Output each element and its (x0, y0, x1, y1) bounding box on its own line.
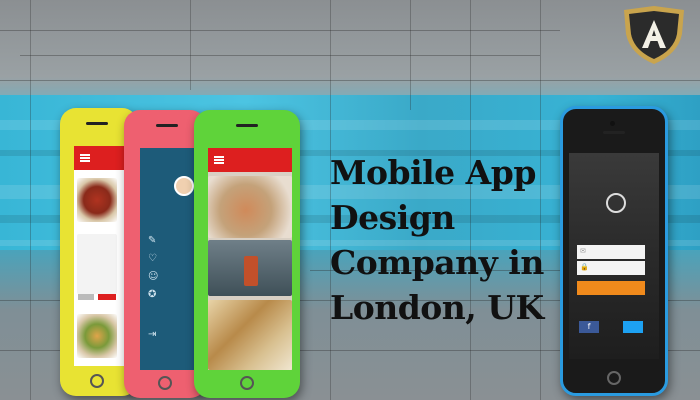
brand-logo (620, 4, 688, 66)
award-icon[interactable]: ✪ (148, 290, 156, 300)
password-field[interactable]: 🔒 (577, 261, 645, 275)
headline-line-2: Design (330, 198, 455, 237)
heart-icon[interactable]: ♡ (148, 254, 157, 264)
headline-line-1: Mobile App (330, 153, 536, 192)
smile-icon[interactable]: ☺ (148, 272, 158, 282)
phone-green (194, 110, 300, 398)
headline-line-3: Company in (330, 243, 544, 282)
login-button[interactable] (577, 281, 645, 295)
headline: Mobile App Design Company in London, UK (330, 150, 590, 330)
facebook-button[interactable]: f (579, 321, 599, 333)
food-gallery-screen (208, 148, 292, 370)
twitter-button[interactable] (623, 321, 643, 333)
phone-blue: ✉ 🔒 f (560, 106, 668, 396)
login-screen: ✉ 🔒 f (569, 153, 659, 359)
email-field[interactable]: ✉ (577, 245, 645, 259)
logout-icon[interactable]: ⇥ (148, 330, 156, 340)
headline-line-4: London, UK (330, 288, 544, 327)
avatar (174, 176, 194, 196)
edit-icon[interactable]: ✎ (148, 236, 156, 246)
side-menu-screen: ✎ ♡ ☺ ✪ ⇥ (140, 148, 200, 370)
app-logo-icon (606, 193, 626, 213)
